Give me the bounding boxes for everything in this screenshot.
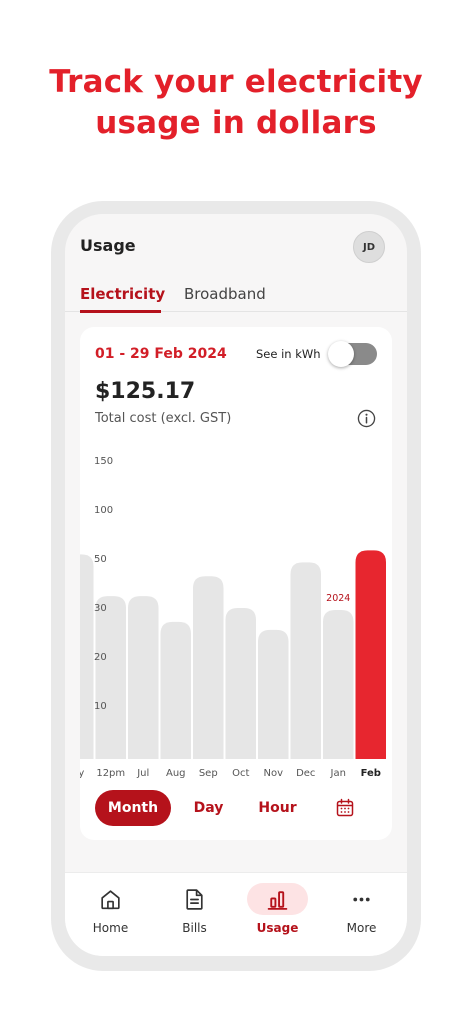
x-tick-label: Sep: [199, 768, 218, 779]
promo-line-1: Track your electricity: [49, 64, 423, 100]
nav-bills[interactable]: Bills: [152, 873, 237, 956]
avatar[interactable]: JD: [353, 231, 385, 263]
bar[interactable]: [193, 576, 224, 759]
top-bar: Usage JD: [65, 214, 407, 274]
kwh-toggle-label: See in kWh: [256, 347, 321, 361]
usage-bar-chart: 150 100 50 30 20 10 2024 ay 12pm Jul Aug Sep Oct Nov D…: [80, 456, 387, 779]
bar[interactable]: [80, 554, 94, 759]
x-tick-label: Feb: [361, 768, 381, 779]
bar[interactable]: [323, 610, 354, 759]
month-button[interactable]: Month: [95, 790, 171, 826]
y-tick-label: 10: [94, 701, 107, 712]
nav-usage-label: Usage: [256, 921, 299, 935]
usage-tabs: Electricity Broadband: [65, 274, 407, 313]
view-mode-selector: Month Day Hour: [95, 790, 385, 826]
x-tick-label: Nov: [263, 768, 283, 779]
nav-home-label: Home: [92, 921, 129, 935]
bar[interactable]: [160, 621, 192, 759]
x-tick-label: Dec: [296, 768, 315, 779]
app-screen: Usage JD Electricity Broadband 01 - 29 F…: [65, 214, 407, 956]
tab-broadband[interactable]: Broadband: [184, 285, 266, 303]
nav-bills-label: Bills: [182, 921, 207, 935]
nav-more[interactable]: More: [319, 873, 404, 956]
total-caption: Total cost (excl. GST): [95, 411, 232, 426]
usage-card: 01 - 29 Feb 2024 See in kWh $125.17 Tota…: [80, 327, 392, 840]
home-icon: [101, 890, 120, 910]
nav-usage[interactable]: Usage: [235, 873, 320, 956]
tab-electricity[interactable]: Electricity: [80, 285, 165, 303]
active-tab-indicator: [80, 310, 161, 313]
total-amount: $125.17: [95, 379, 196, 404]
bar[interactable]: [128, 596, 159, 759]
bar-chart-icon: [267, 891, 288, 910]
nav-more-label: More: [346, 921, 377, 935]
y-tick-label: 20: [94, 652, 107, 663]
x-tick-label: 12pm: [96, 768, 125, 779]
y-tick-label: 50: [94, 554, 107, 565]
year-label: 2024: [326, 593, 350, 604]
info-icon[interactable]: [357, 409, 376, 428]
toggle-knob: [328, 341, 354, 367]
kwh-toggle[interactable]: [328, 341, 377, 367]
nav-home[interactable]: Home: [68, 873, 153, 956]
bar[interactable]: [290, 562, 322, 759]
x-tick-label: Aug: [166, 768, 186, 779]
hour-button[interactable]: Hour: [255, 790, 300, 826]
promo-line-2: usage in dollars: [95, 105, 377, 141]
x-tick-label: ay: [80, 768, 84, 779]
day-button[interactable]: Day: [185, 790, 232, 826]
x-tick-label: Oct: [232, 768, 249, 779]
promo-headline: Track your electricity usage in dollars: [0, 62, 472, 144]
bar[interactable]: [258, 629, 289, 759]
bar[interactable]: [95, 596, 127, 759]
x-tick-label: Jan: [330, 768, 346, 779]
billing-period[interactable]: 01 - 29 Feb 2024: [95, 346, 227, 362]
bottom-navigation: Home Bills Usage More: [65, 872, 407, 956]
y-tick-label: 30: [94, 603, 107, 614]
document-icon: [186, 889, 203, 910]
page-title: Usage: [80, 236, 136, 255]
y-tick-label: 100: [94, 505, 113, 516]
y-tick-label: 150: [94, 456, 113, 467]
bar[interactable]: [225, 608, 257, 759]
calendar-icon[interactable]: [335, 798, 355, 818]
more-icon: [353, 897, 370, 902]
bar-highlight[interactable]: [355, 550, 387, 759]
x-tick-label: Jul: [136, 768, 149, 779]
